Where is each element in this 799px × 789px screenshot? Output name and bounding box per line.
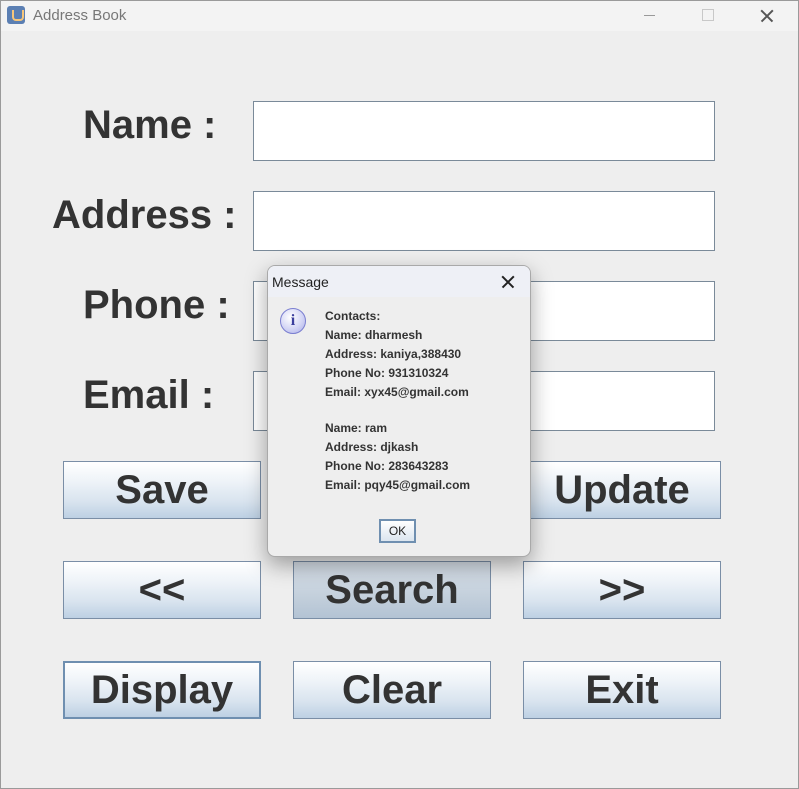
message-line: Address: kaniya,388430 (325, 347, 462, 361)
clear-button[interactable]: Clear (293, 661, 491, 719)
java-app-icon (7, 6, 25, 24)
exit-button[interactable]: Exit (523, 661, 721, 719)
name-input[interactable] (253, 101, 715, 161)
next-button[interactable]: >> (523, 561, 721, 619)
search-button[interactable]: Search (293, 561, 491, 619)
message-line: Name: ram (325, 421, 388, 435)
email-label: Email : (83, 373, 215, 417)
message-line: Contacts: (325, 309, 381, 323)
message-line: Address: djkash (325, 440, 419, 454)
save-button[interactable]: Save (63, 461, 261, 519)
message-spacer (325, 404, 525, 421)
address-input[interactable] (253, 191, 715, 251)
maximize-button[interactable] (684, 1, 730, 31)
message-dialog: Message i Contacts: Name: dharmesh Addre… (267, 265, 531, 557)
dialog-title: Message (272, 274, 329, 290)
message-line: Email: xyx45@gmail.com (325, 385, 469, 399)
message-line: Name: dharmesh (325, 328, 423, 342)
message-line: Email: pqy45@gmail.com (325, 478, 471, 492)
info-icon: i (280, 308, 306, 334)
window-title: Address Book (33, 7, 127, 24)
message-line: Phone No: 931310324 (325, 366, 449, 380)
message-line: Phone No: 283643283 (325, 459, 449, 473)
address-label: Address : (52, 193, 237, 237)
dialog-title-bar: Message (268, 266, 530, 297)
ok-button[interactable]: OK (379, 519, 416, 543)
title-bar: Address Book (1, 1, 798, 31)
display-button[interactable]: Display (63, 661, 261, 719)
name-label: Name : (83, 103, 217, 147)
phone-label: Phone : (83, 283, 230, 327)
update-button[interactable]: Update (523, 461, 721, 519)
previous-button[interactable]: << (63, 561, 261, 619)
minimize-button[interactable] (626, 1, 672, 31)
dialog-message: Contacts: Name: dharmesh Address: kaniya… (325, 309, 525, 497)
close-window-button[interactable] (743, 1, 789, 31)
dialog-close-button[interactable] (498, 272, 518, 292)
